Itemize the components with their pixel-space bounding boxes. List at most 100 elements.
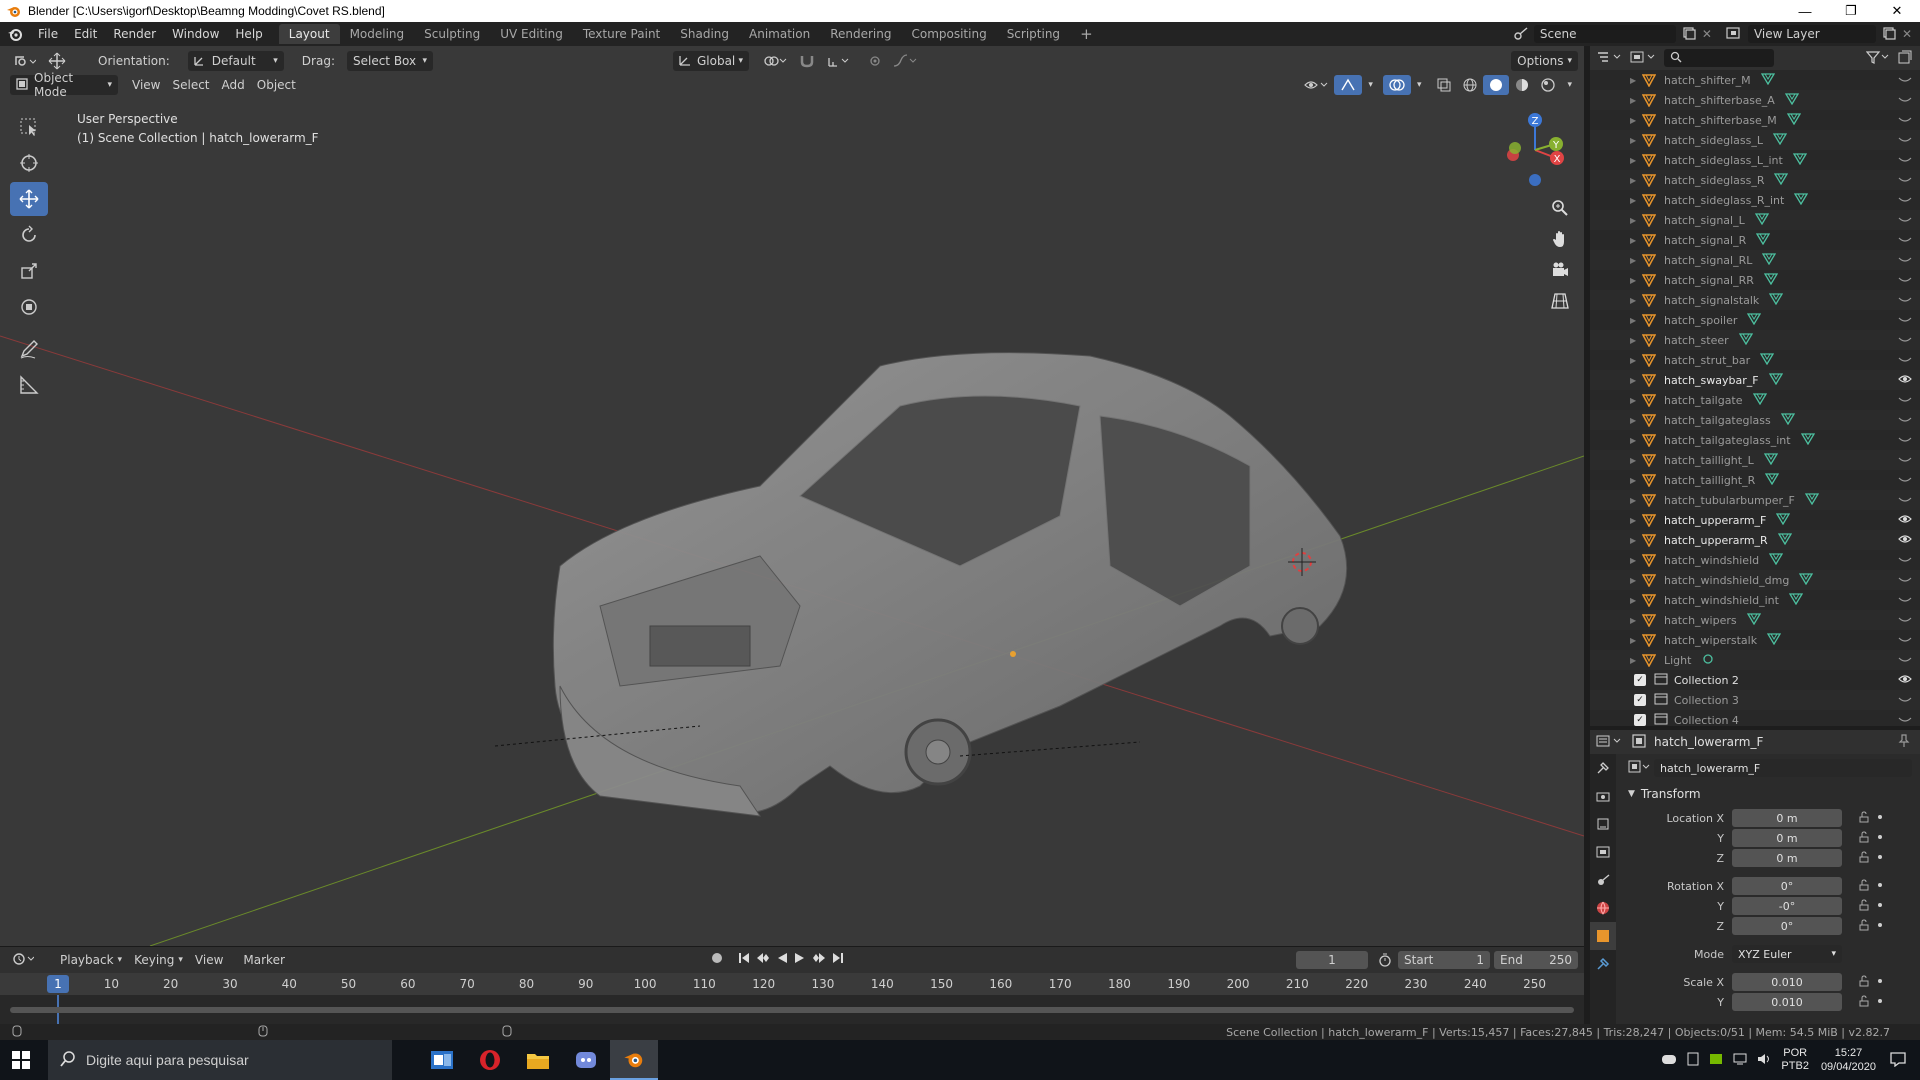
3d-viewport[interactable]: Orientation: Default ▾ Drag: Select Box … bbox=[0, 46, 1584, 946]
eye-closed-icon[interactable] bbox=[1898, 353, 1912, 368]
outliner-item[interactable]: ▶ hatch_shifterbase_A bbox=[1590, 90, 1920, 110]
eye-closed-icon[interactable] bbox=[1898, 173, 1912, 188]
mesh-data-icon[interactable] bbox=[1768, 552, 1784, 568]
menu-render[interactable]: Render bbox=[105, 27, 164, 41]
windows-start-icon[interactable] bbox=[12, 1051, 30, 1072]
expand-arrow-icon[interactable]: ▶ bbox=[1630, 516, 1642, 525]
properties-editor-icon[interactable] bbox=[1596, 734, 1622, 751]
timeline-scrollbar[interactable] bbox=[10, 1007, 1574, 1013]
keyframe-dot-icon[interactable] bbox=[1878, 815, 1882, 819]
transform-panel-header[interactable]: ▼ Transform bbox=[1622, 784, 1920, 804]
view-layer-icon[interactable] bbox=[1726, 26, 1744, 43]
outliner-search-input[interactable] bbox=[1664, 49, 1774, 67]
expand-arrow-icon[interactable]: ▶ bbox=[1630, 536, 1642, 545]
scene-field[interactable]: Scene bbox=[1533, 25, 1676, 43]
notification-icon[interactable] bbox=[1890, 1051, 1906, 1070]
render-tab-icon[interactable] bbox=[1590, 782, 1616, 810]
outliner-item[interactable]: ▶ hatch_windshield_int bbox=[1590, 590, 1920, 610]
timeline-ruler[interactable]: 1 10 20 30 40 50 60 70 80 90 100 110 120 130 140 150 16… bbox=[0, 973, 1584, 995]
mesh-data-icon[interactable] bbox=[1780, 412, 1795, 428]
mesh-data-icon[interactable] bbox=[1794, 192, 1809, 208]
outliner-item[interactable]: ▶ hatch_shifter_M bbox=[1590, 70, 1920, 90]
collection-checkbox[interactable]: ✓ bbox=[1634, 674, 1646, 686]
eye-icon[interactable] bbox=[1898, 513, 1912, 528]
overlays-icon[interactable] bbox=[1382, 75, 1411, 95]
proportional-edit-icon[interactable] bbox=[863, 51, 887, 71]
new-view-layer-icon[interactable] bbox=[1882, 26, 1896, 43]
rotate-tool[interactable] bbox=[10, 218, 48, 252]
wireframe-shading-icon[interactable] bbox=[1457, 75, 1483, 95]
move-tool-icon[interactable] bbox=[42, 51, 72, 71]
tab-sculpting[interactable]: Sculpting bbox=[414, 24, 490, 44]
eye-closed-icon[interactable] bbox=[1898, 393, 1912, 408]
lock-icon[interactable] bbox=[1858, 899, 1870, 914]
tab-texture-paint[interactable]: Texture Paint bbox=[573, 24, 670, 44]
mode-dropdown[interactable]: Object Mode ▾ bbox=[10, 71, 118, 99]
outliner-item[interactable]: ▶ hatch_shifterbase_M bbox=[1590, 110, 1920, 130]
menu-edit[interactable]: Edit bbox=[66, 27, 105, 41]
annotate-tool[interactable] bbox=[10, 332, 48, 366]
outliner-item[interactable]: ▶ hatch_signal_RL bbox=[1590, 250, 1920, 270]
eye-closed-icon[interactable] bbox=[1898, 633, 1912, 648]
keyframe-dot-icon[interactable] bbox=[1878, 883, 1882, 887]
tool-tab-icon[interactable] bbox=[1590, 754, 1616, 782]
object-datablock-icon[interactable] bbox=[1628, 760, 1650, 777]
measure-tool[interactable] bbox=[10, 368, 48, 402]
filter-icon[interactable] bbox=[1865, 50, 1890, 67]
transform-value-field[interactable]: 0.010 bbox=[1732, 973, 1842, 991]
transform-value-field[interactable]: 0 m bbox=[1732, 849, 1842, 867]
rendered-shading-icon[interactable] bbox=[1535, 75, 1561, 95]
outliner-item[interactable]: ▶ hatch_sideglass_L_int bbox=[1590, 150, 1920, 170]
mesh-data-icon[interactable] bbox=[1766, 632, 1782, 648]
xray-icon[interactable] bbox=[1431, 75, 1457, 95]
options-dropdown[interactable]: Options ▾ bbox=[1511, 51, 1578, 71]
mesh-data-icon[interactable] bbox=[1804, 492, 1820, 508]
mesh-data-icon[interactable] bbox=[1800, 432, 1815, 448]
tab-compositing[interactable]: Compositing bbox=[901, 24, 996, 44]
tray-network-icon[interactable] bbox=[1733, 1053, 1747, 1068]
mesh-data-icon[interactable] bbox=[1777, 532, 1792, 548]
eye-closed-icon[interactable] bbox=[1898, 213, 1912, 228]
transform-value-field[interactable]: 0° bbox=[1732, 877, 1842, 895]
transform-value-field[interactable]: 0 m bbox=[1732, 829, 1842, 847]
stopwatch-icon[interactable] bbox=[1378, 953, 1392, 970]
timeline-editor-icon[interactable] bbox=[12, 952, 35, 969]
eye-closed-icon[interactable] bbox=[1898, 493, 1912, 508]
expand-arrow-icon[interactable]: ▶ bbox=[1630, 236, 1642, 245]
add-workspace-button[interactable]: + bbox=[1070, 22, 1103, 46]
timeline-body[interactable] bbox=[0, 995, 1584, 1025]
transform-value-field[interactable]: 0° bbox=[1732, 917, 1842, 935]
timeline-menu-keying[interactable]: Keying ▾ bbox=[128, 950, 189, 970]
play-icon[interactable] bbox=[794, 952, 806, 967]
tray-language[interactable]: POR PTB2 bbox=[1781, 1047, 1809, 1073]
jump-end-icon[interactable] bbox=[832, 952, 844, 967]
object-name-field[interactable]: hatch_lowerarm_F bbox=[1654, 759, 1912, 777]
next-keyframe-icon[interactable] bbox=[812, 952, 826, 967]
zoom-icon[interactable] bbox=[1546, 194, 1574, 222]
expand-arrow-icon[interactable]: ▶ bbox=[1630, 576, 1642, 585]
outliner-item[interactable]: ▶ hatch_strut_bar bbox=[1590, 350, 1920, 370]
keyframe-dot-icon[interactable] bbox=[1878, 855, 1882, 859]
outliner-item[interactable]: ▶ hatch_tailgateglass_int bbox=[1590, 430, 1920, 450]
eye-closed-icon[interactable] bbox=[1898, 233, 1912, 248]
mesh-data-icon[interactable] bbox=[1774, 172, 1789, 188]
expand-arrow-icon[interactable]: ▶ bbox=[1630, 176, 1642, 185]
eye-closed-icon[interactable] bbox=[1898, 93, 1912, 108]
timeline-menu-marker[interactable]: Marker bbox=[237, 950, 290, 970]
mesh-data-icon[interactable] bbox=[1769, 292, 1784, 308]
eye-closed-icon[interactable] bbox=[1898, 573, 1912, 588]
expand-arrow-icon[interactable]: ▶ bbox=[1630, 376, 1642, 385]
lock-icon[interactable] bbox=[1858, 975, 1870, 990]
eye-icon[interactable] bbox=[1898, 533, 1912, 548]
outliner-item[interactable]: ▶ hatch_sideglass_R_int bbox=[1590, 190, 1920, 210]
new-collection-icon[interactable] bbox=[1898, 50, 1912, 67]
perspective-toggle-icon[interactable] bbox=[1546, 287, 1574, 315]
scene-icon[interactable] bbox=[1514, 26, 1530, 43]
keyframe-dot-icon[interactable] bbox=[1878, 979, 1882, 983]
modifier-tab-icon[interactable] bbox=[1590, 950, 1616, 978]
timeline-menu-view[interactable]: View bbox=[189, 950, 229, 970]
scale-tool[interactable] bbox=[10, 254, 48, 288]
tray-nvidia-icon[interactable] bbox=[1709, 1053, 1723, 1068]
gizmo-toggle-icon[interactable] bbox=[1334, 75, 1363, 95]
mesh-data-icon[interactable] bbox=[1756, 232, 1771, 248]
